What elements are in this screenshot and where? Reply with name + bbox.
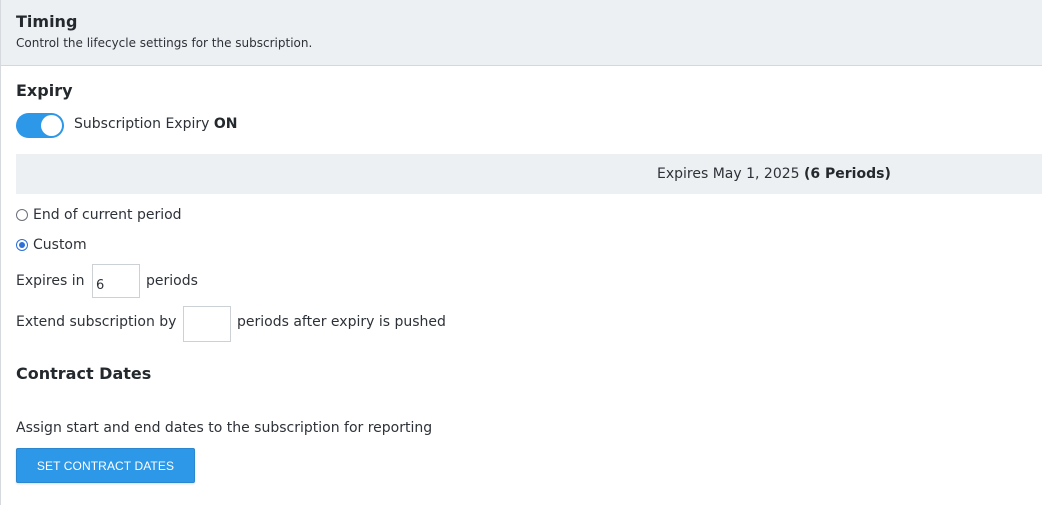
expires-in-label: Expires in [16,273,85,289]
radio-end-of-period-input[interactable] [16,209,28,221]
expiry-date-text: Expires May 1, 2025 [657,166,800,182]
timing-header: Timing Control the lifecycle settings fo… [1,0,1042,66]
page-title: Timing [16,12,78,31]
page-subtitle: Control the lifecycle settings for the s… [16,36,313,50]
contract-dates-description: Assign start and end dates to the subscr… [16,420,433,436]
radio-end-of-period[interactable]: End of current period [16,207,182,223]
expiry-section-title: Expiry [16,81,73,100]
toggle-label: Subscription Expiry ON [74,116,237,132]
timing-panel: Timing Control the lifecycle settings fo… [0,0,1042,505]
expiry-periods-text: (6 Periods) [804,166,891,182]
expires-in-suffix: periods [146,273,198,289]
toggle-label-text: Subscription Expiry [74,116,210,132]
radio-custom-label: Custom [33,237,87,253]
toggle-knob [41,115,62,136]
expires-in-input[interactable] [92,264,140,298]
expiry-summary: Expires May 1, 2025 (6 Periods) [657,166,891,182]
radio-custom-input[interactable] [16,239,28,251]
extend-periods-input[interactable] [183,306,231,342]
set-contract-dates-button[interactable]: SET CONTRACT DATES [16,448,195,483]
toggle-state: ON [213,116,238,132]
radio-custom[interactable]: Custom [16,237,87,253]
subscription-expiry-toggle[interactable] [16,113,64,138]
extend-label: Extend subscription by [16,314,177,330]
expiry-summary-bar: Expires May 1, 2025 (6 Periods) [16,154,1042,194]
extend-suffix: periods after expiry is pushed [237,314,446,330]
contract-dates-title: Contract Dates [16,364,152,383]
radio-end-of-period-label: End of current period [33,207,182,223]
